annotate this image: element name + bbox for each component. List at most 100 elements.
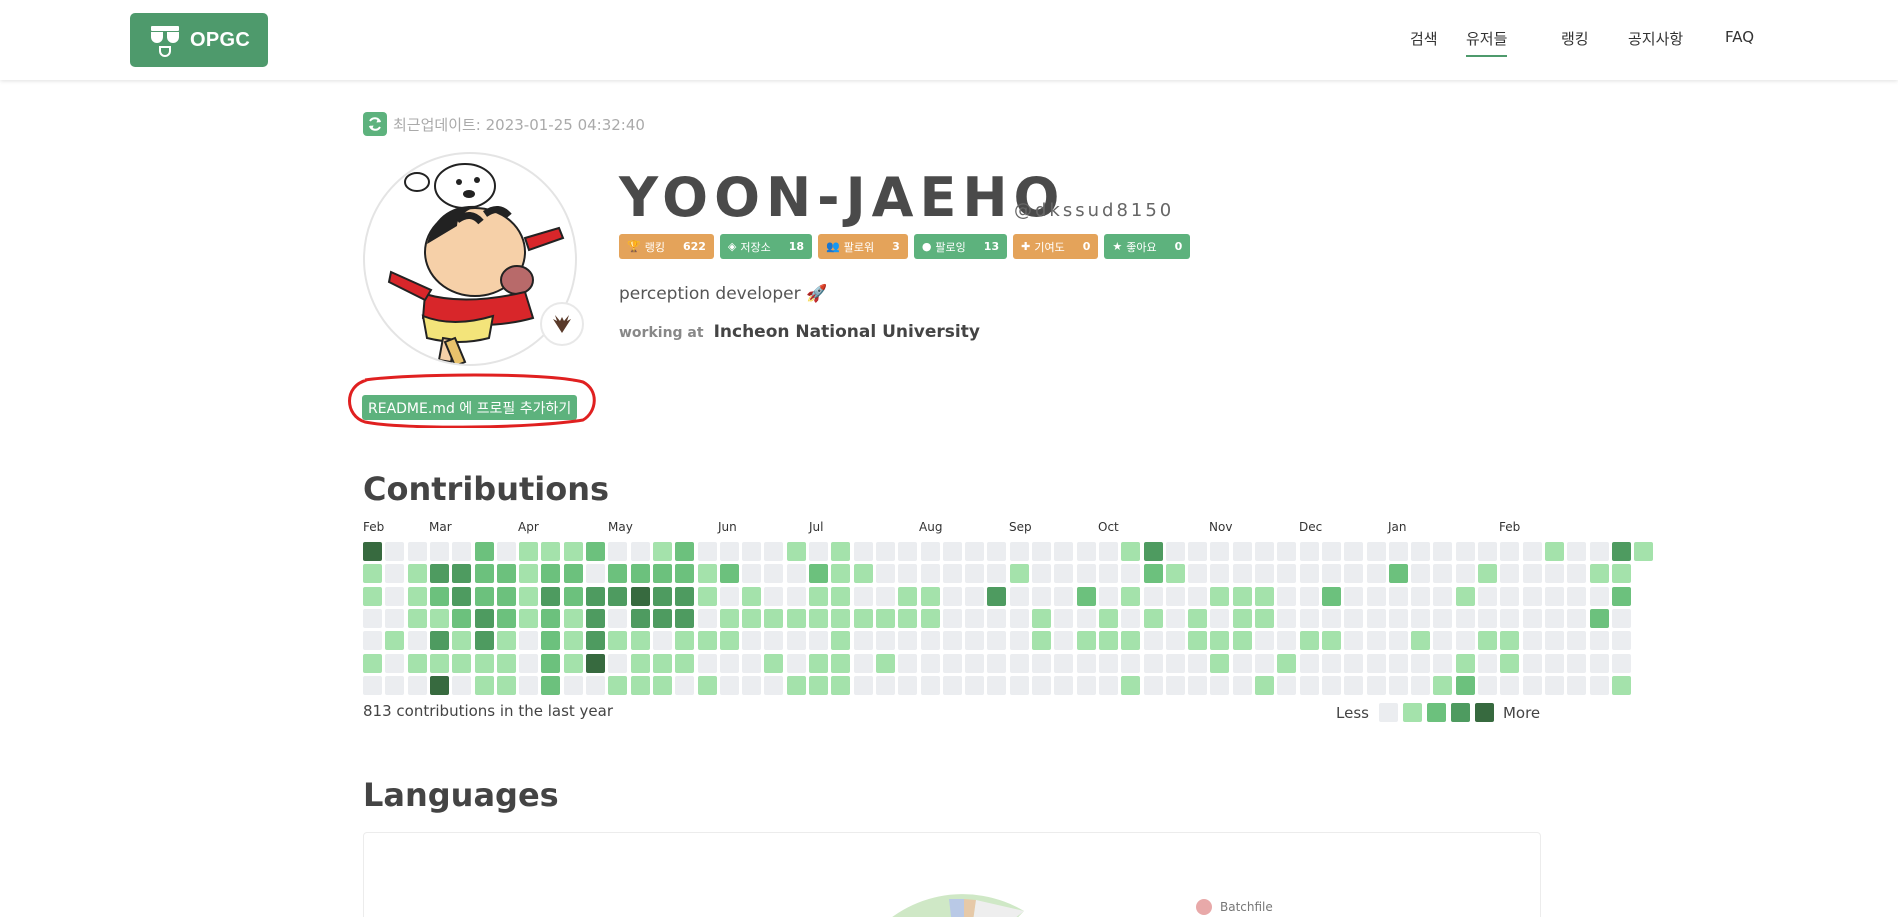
contribution-cell[interactable] bbox=[1589, 542, 1609, 561]
contribution-cell[interactable] bbox=[1388, 631, 1408, 651]
contribution-cell[interactable] bbox=[942, 564, 962, 584]
contribution-cell[interactable] bbox=[1098, 631, 1118, 651]
contribution-cell[interactable] bbox=[1277, 608, 1297, 628]
contribution-cell[interactable] bbox=[608, 564, 628, 584]
contribution-cell[interactable] bbox=[1522, 564, 1542, 584]
contribution-cell[interactable] bbox=[474, 586, 494, 606]
contribution-cell[interactable] bbox=[630, 675, 650, 695]
contribution-cell[interactable] bbox=[898, 608, 918, 628]
contribution-cell[interactable] bbox=[1009, 564, 1029, 584]
contribution-cell[interactable] bbox=[942, 542, 962, 561]
nav-faq[interactable]: FAQ bbox=[1725, 28, 1754, 46]
contribution-cell[interactable] bbox=[363, 586, 382, 606]
contribution-cell[interactable] bbox=[675, 631, 695, 651]
contribution-cell[interactable] bbox=[1433, 542, 1453, 561]
contribution-cell[interactable] bbox=[764, 564, 784, 584]
contribution-cell[interactable] bbox=[675, 608, 695, 628]
contribution-cell[interactable] bbox=[429, 608, 449, 628]
contribution-cell[interactable] bbox=[1366, 653, 1386, 673]
contribution-cell[interactable] bbox=[920, 653, 940, 673]
contribution-cell[interactable] bbox=[652, 675, 672, 695]
contribution-cell[interactable] bbox=[1165, 675, 1185, 695]
contribution-cell[interactable] bbox=[1232, 675, 1252, 695]
contribution-cell[interactable] bbox=[697, 631, 717, 651]
contribution-cell[interactable] bbox=[1009, 542, 1029, 561]
contribution-cell[interactable] bbox=[742, 631, 762, 651]
contribution-cell[interactable] bbox=[1589, 586, 1609, 606]
contribution-cell[interactable] bbox=[385, 653, 405, 673]
contribution-cell[interactable] bbox=[519, 653, 539, 673]
contribution-cell[interactable] bbox=[1478, 675, 1497, 695]
contribution-cell[interactable] bbox=[586, 608, 605, 628]
contribution-cell[interactable] bbox=[363, 608, 382, 628]
contribution-cell[interactable] bbox=[853, 564, 873, 584]
contribution-cell[interactable] bbox=[1567, 675, 1587, 695]
contribution-cell[interactable] bbox=[407, 564, 427, 584]
refresh-icon[interactable] bbox=[363, 112, 387, 136]
contribution-cell[interactable] bbox=[697, 608, 717, 628]
contribution-cell[interactable] bbox=[1232, 586, 1252, 606]
contribution-cell[interactable] bbox=[809, 542, 828, 561]
contribution-cell[interactable] bbox=[1076, 653, 1096, 673]
contribution-cell[interactable] bbox=[608, 675, 628, 695]
contribution-cell[interactable] bbox=[719, 653, 739, 673]
contribution-cell[interactable] bbox=[1188, 675, 1208, 695]
contribution-cell[interactable] bbox=[407, 631, 427, 651]
contribution-cell[interactable] bbox=[1411, 631, 1431, 651]
contribution-cell[interactable] bbox=[652, 542, 672, 561]
contribution-cell[interactable] bbox=[1366, 542, 1386, 561]
contribution-cell[interactable] bbox=[831, 608, 851, 628]
contribution-cell[interactable] bbox=[1255, 586, 1274, 606]
contribution-cell[interactable] bbox=[875, 653, 895, 673]
contribution-cell[interactable] bbox=[942, 586, 962, 606]
contribution-cell[interactable] bbox=[1478, 542, 1497, 561]
contribution-cell[interactable] bbox=[1165, 564, 1185, 584]
contribution-cell[interactable] bbox=[764, 542, 784, 561]
contribution-cell[interactable] bbox=[1098, 564, 1118, 584]
contribution-cell[interactable] bbox=[1299, 564, 1319, 584]
contribution-cell[interactable] bbox=[987, 653, 1007, 673]
contribution-cell[interactable] bbox=[1567, 653, 1587, 673]
contribution-cell[interactable] bbox=[452, 675, 472, 695]
contribution-cell[interactable] bbox=[1344, 586, 1364, 606]
contribution-cell[interactable] bbox=[697, 653, 717, 673]
contribution-cell[interactable] bbox=[1567, 631, 1587, 651]
contribution-cell[interactable] bbox=[1455, 631, 1475, 651]
contribution-cell[interactable] bbox=[1611, 586, 1631, 606]
contribution-cell[interactable] bbox=[1321, 586, 1341, 606]
contribution-cell[interactable] bbox=[496, 542, 516, 561]
contribution-cell[interactable] bbox=[786, 675, 806, 695]
contribution-cell[interactable] bbox=[385, 564, 405, 584]
contribution-cell[interactable] bbox=[786, 564, 806, 584]
contribution-cell[interactable] bbox=[652, 631, 672, 651]
contribution-cell[interactable] bbox=[1299, 653, 1319, 673]
contribution-cell[interactable] bbox=[1210, 542, 1230, 561]
contribution-cell[interactable] bbox=[1165, 608, 1185, 628]
contribution-cell[interactable] bbox=[1210, 564, 1230, 584]
contribution-cell[interactable] bbox=[1544, 631, 1564, 651]
contribution-cell[interactable] bbox=[920, 675, 940, 695]
contribution-cell[interactable] bbox=[1366, 631, 1386, 651]
contribution-cell[interactable] bbox=[1478, 631, 1497, 651]
contribution-cell[interactable] bbox=[363, 675, 382, 695]
contribution-cell[interactable] bbox=[1411, 675, 1431, 695]
contribution-cell[interactable] bbox=[1478, 564, 1497, 584]
contribution-cell[interactable] bbox=[965, 675, 985, 695]
contribution-cell[interactable] bbox=[965, 564, 985, 584]
contribution-cell[interactable] bbox=[1032, 653, 1051, 673]
contribution-cell[interactable] bbox=[1388, 542, 1408, 561]
nav-users[interactable]: 유저들 bbox=[1466, 28, 1508, 57]
badge-ranking[interactable]: 🏆 랭킹 622 bbox=[619, 234, 714, 259]
contribution-cell[interactable] bbox=[764, 631, 784, 651]
contribution-cell[interactable] bbox=[541, 653, 561, 673]
contribution-cell[interactable] bbox=[719, 631, 739, 651]
contribution-cell[interactable] bbox=[1500, 675, 1520, 695]
contribution-cell[interactable] bbox=[1210, 608, 1230, 628]
contribution-cell[interactable] bbox=[519, 564, 539, 584]
contribution-cell[interactable] bbox=[1567, 564, 1587, 584]
contribution-cell[interactable] bbox=[1344, 542, 1364, 561]
contribution-cell[interactable] bbox=[1165, 631, 1185, 651]
contribution-cell[interactable] bbox=[853, 675, 873, 695]
contribution-cell[interactable] bbox=[1611, 542, 1631, 561]
contribution-cell[interactable] bbox=[831, 631, 851, 651]
